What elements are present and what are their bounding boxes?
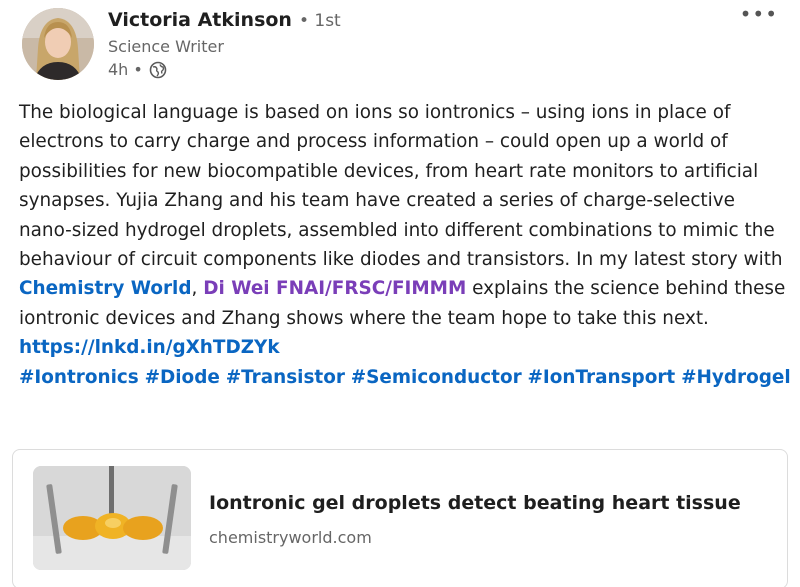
mention-di-wei[interactable]: Di Wei FNAI/FRSC/FIMMM	[203, 278, 466, 299]
hashtag-iontransport[interactable]: #IonTransport	[528, 367, 676, 388]
post-meta: 4h •	[108, 60, 167, 79]
mention-chemistry-world[interactable]: Chemistry World	[19, 278, 192, 299]
article-link[interactable]: https://lnkd.in/gXhTDZYk	[19, 333, 791, 362]
more-horizontal-icon[interactable]: •••	[740, 4, 778, 24]
author-header: Victoria Atkinson • 1st	[108, 9, 341, 31]
connection-degree: • 1st	[298, 11, 341, 31]
hashtag-hydrogel[interactable]: #Hydrogel	[681, 367, 791, 388]
post-text-part1: The biological language is based on ions…	[19, 102, 783, 271]
post-text-part2: ,	[191, 278, 204, 300]
hashtag-diode[interactable]: #Diode	[145, 367, 220, 388]
link-preview-card[interactable]: Iontronic gel droplets detect beating he…	[12, 449, 788, 587]
link-card-domain: chemistryworld.com	[209, 528, 372, 547]
feed-post: Victoria Atkinson • 1st Science Writer 4…	[0, 0, 800, 587]
avatar[interactable]	[22, 8, 94, 80]
author-headline: Science Writer	[108, 37, 224, 56]
post-time: 4h •	[108, 60, 143, 79]
hashtag-iontronics[interactable]: #Iontronics	[19, 367, 139, 388]
hashtag-transistor[interactable]: #Transistor	[226, 367, 345, 388]
post-body: The biological language is based on ions…	[19, 98, 791, 392]
hashtag-list: #Iontronics #Diode #Transistor #Semicond…	[19, 363, 791, 392]
article-thumbnail[interactable]	[33, 466, 191, 570]
globe-icon	[149, 61, 167, 79]
link-card-title[interactable]: Iontronic gel droplets detect beating he…	[209, 492, 741, 514]
author-name[interactable]: Victoria Atkinson	[108, 9, 292, 31]
hashtag-semiconductor[interactable]: #Semiconductor	[351, 367, 522, 388]
